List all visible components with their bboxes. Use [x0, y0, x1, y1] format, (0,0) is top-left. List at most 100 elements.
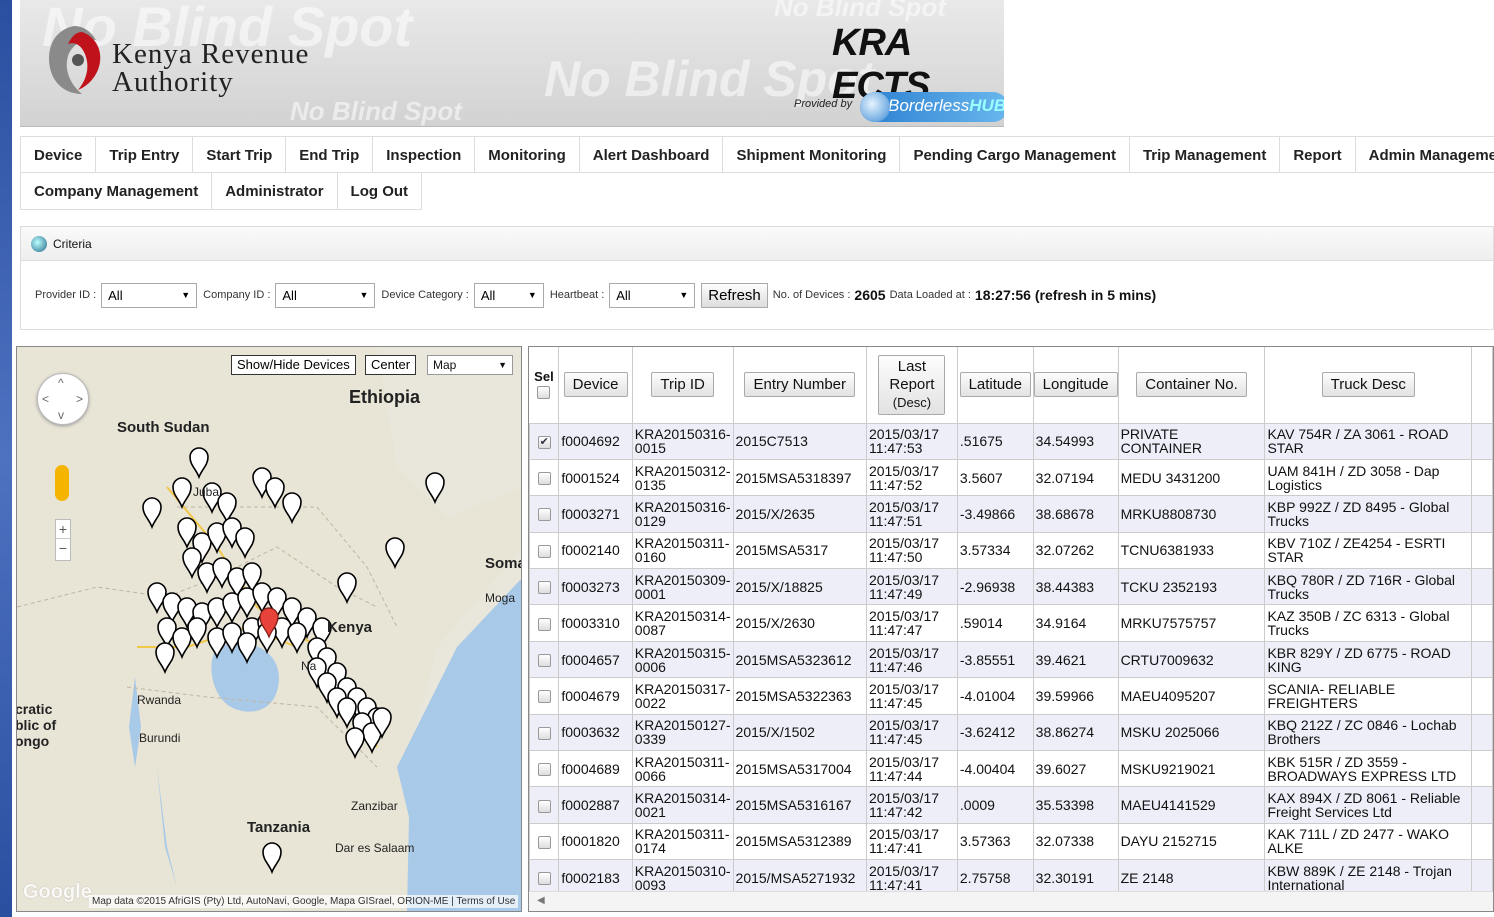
nav-report[interactable]: Report [1280, 136, 1356, 173]
horizontal-scrollbar[interactable]: ◀ [529, 891, 1493, 911]
nav-trip-management[interactable]: Trip Management [1129, 136, 1281, 173]
nav-start-trip[interactable]: Start Trip [193, 136, 287, 173]
row-select-checkbox[interactable]: ✔ [537, 435, 551, 449]
cell-filler [1471, 495, 1493, 533]
sort-truck-desc-button[interactable]: Truck Desc [1321, 372, 1415, 398]
collapse-toggle-icon[interactable] [31, 235, 47, 252]
chevron-down-icon: ▼ [359, 290, 369, 300]
device-count-label: No. of Devices : [772, 289, 851, 301]
device-category-select[interactable]: All ▼ [473, 282, 544, 308]
sort-last-report-button[interactable]: Last Report (Desc) [878, 354, 946, 415]
map-label-south-sudan: South Sudan [117, 419, 210, 436]
company-id-select[interactable]: All ▼ [275, 282, 376, 308]
sort-latitude-button[interactable]: Latitude [959, 372, 1031, 398]
device-map[interactable]: ^ < > v + − Show/Hide Devices Center Map… [16, 346, 522, 912]
nav-log-out[interactable]: Log Out [337, 173, 423, 210]
pan-right-icon[interactable]: > [76, 392, 83, 406]
cell-longitude: 32.07194 [1032, 458, 1119, 497]
map-type-select[interactable]: Map ▼ [427, 355, 513, 375]
sort-trip-id-button[interactable]: Trip ID [651, 372, 714, 398]
row-select-checkbox[interactable] [537, 872, 551, 886]
cell-trip-id: KRA20150127- 0339 [631, 713, 734, 752]
cell-latitude: -3.85551 [956, 640, 1034, 679]
table-row[interactable]: f0001524 KRA20150312- 0135 2015MSA5318397 20… [529, 458, 1493, 497]
table-row[interactable]: f0004657 KRA20150315- 0006 2015MSA5323612 20… [529, 640, 1493, 679]
zoom-in-icon[interactable]: + [56, 520, 70, 538]
device-category-value: All [480, 287, 496, 303]
row-select-checkbox[interactable] [537, 508, 551, 522]
cell-latitude: .0009 [956, 786, 1034, 824]
row-select-checkbox[interactable] [537, 726, 551, 740]
nav-row-2: Company Management Administrator Log Out [20, 173, 1494, 210]
pan-down-icon[interactable]: v [58, 408, 64, 422]
table-row[interactable]: f0002140 KRA20150311- 0160 2015MSA5317 2015/… [529, 531, 1493, 570]
nav-shipment-monitoring[interactable]: Shipment Monitoring [723, 136, 901, 173]
table-row[interactable]: ✔ f0004692 KRA20150316- 0015 2015C7513 2015/0… [529, 422, 1493, 460]
col-last-report: Last Report (Desc) [866, 347, 958, 424]
row-select-checkbox[interactable] [537, 653, 551, 667]
table-row[interactable]: f0002887 KRA20150314- 0021 2015MSA5316167 20… [529, 786, 1493, 824]
pan-up-icon[interactable]: ^ [58, 376, 64, 390]
sort-direction-label: (Desc) [892, 394, 932, 410]
nav-administrator[interactable]: Administrator [212, 173, 338, 210]
table-row[interactable]: f0003632 KRA20150127- 0339 2015/X/1502 2015/… [529, 713, 1493, 752]
nav-device[interactable]: Device [20, 136, 97, 173]
cell-device: f0002887 [558, 786, 633, 824]
nav-admin-management[interactable]: Admin Management [1355, 136, 1494, 173]
sort-longitude-button[interactable]: Longitude [1033, 372, 1118, 398]
table-row[interactable]: f0004689 KRA20150311- 0066 2015MSA5317004 20… [529, 750, 1493, 788]
cell-latitude: -4.01004 [956, 677, 1034, 715]
row-select-checkbox[interactable] [537, 544, 551, 558]
nav-trip-entry[interactable]: Trip Entry [96, 136, 194, 173]
col-longitude: Longitude [1033, 347, 1119, 424]
show-hide-devices-button[interactable]: Show/Hide Devices [231, 355, 356, 375]
table-row[interactable]: f0003271 KRA20150316- 0129 2015/X/2635 2015/… [529, 495, 1493, 533]
cell-trip-id: KRA20150314- 0087 [631, 604, 734, 642]
pan-control[interactable]: ^ < > v [37, 373, 89, 425]
nav-alert-dashboard[interactable]: Alert Dashboard [579, 136, 724, 173]
center-map-button[interactable]: Center [365, 355, 417, 375]
nav-pending-cargo-management[interactable]: Pending Cargo Management [900, 136, 1130, 173]
row-select-checkbox[interactable] [537, 835, 551, 849]
zoom-control[interactable]: + − [55, 519, 71, 561]
table-row[interactable]: f0004679 KRA20150317- 0022 2015MSA5322363 20… [529, 677, 1493, 715]
sort-device-button[interactable]: Device [563, 372, 628, 398]
table-row[interactable]: f0001820 KRA20150311- 0174 2015MSA5312389 20… [529, 822, 1493, 861]
cell-latitude: -2.96938 [956, 568, 1034, 606]
cell-longitude: 38.44383 [1032, 568, 1119, 606]
zoom-out-icon[interactable]: − [56, 538, 70, 557]
table-row[interactable]: f0003273 KRA20150309- 0001 2015/X/18825 2015… [529, 568, 1493, 606]
cell-entry-number: 2015MSA5316167 [732, 786, 867, 824]
sort-container-button[interactable]: Container No. [1136, 372, 1247, 398]
street-view-pegman-icon[interactable] [55, 465, 69, 501]
nav-row-1: Device Trip Entry Start Trip End Trip Inspec… [20, 136, 1494, 173]
cell-container: MRKU7575757 [1117, 604, 1266, 642]
row-select-checkbox[interactable] [537, 471, 551, 485]
nav-monitoring[interactable]: Monitoring [475, 136, 580, 173]
cell-last-report: 2015/03/17 11:47:50 [865, 531, 958, 570]
terms-of-use-link[interactable]: Terms of Use [456, 896, 515, 907]
pan-left-icon[interactable]: < [42, 392, 49, 406]
refresh-button[interactable]: Refresh [701, 282, 768, 308]
row-select-checkbox[interactable] [537, 690, 551, 704]
cell-last-report: 2015/03/17 11:47:52 [865, 458, 958, 497]
nav-inspection[interactable]: Inspection [373, 136, 476, 173]
row-select-checkbox[interactable] [537, 617, 551, 631]
table-row[interactable]: f0003310 KRA20150314- 0087 2015/X/2630 2015/… [529, 604, 1493, 642]
cell-filler [1471, 458, 1493, 497]
cell-trip-id: KRA20150316- 0015 [631, 422, 734, 460]
left-edge-bar [0, 0, 12, 917]
row-select-checkbox[interactable] [537, 763, 551, 777]
row-select-checkbox[interactable] [537, 581, 551, 595]
nav-company-management[interactable]: Company Management [20, 173, 213, 210]
cell-last-report: 2015/03/17 11:47:47 [865, 604, 958, 642]
heartbeat-select[interactable]: All ▼ [609, 282, 696, 308]
select-all-checkbox[interactable] [537, 386, 551, 400]
row-select-checkbox[interactable] [537, 799, 551, 813]
cell-latitude: .59014 [956, 604, 1034, 642]
criteria-header[interactable]: Criteria [21, 227, 1493, 261]
cell-last-report: 2015/03/17 11:47:45 [865, 677, 958, 715]
sort-entry-number-button[interactable]: Entry Number [744, 372, 855, 398]
nav-end-trip[interactable]: End Trip [286, 136, 374, 173]
provider-id-select[interactable]: All ▼ [101, 282, 198, 308]
